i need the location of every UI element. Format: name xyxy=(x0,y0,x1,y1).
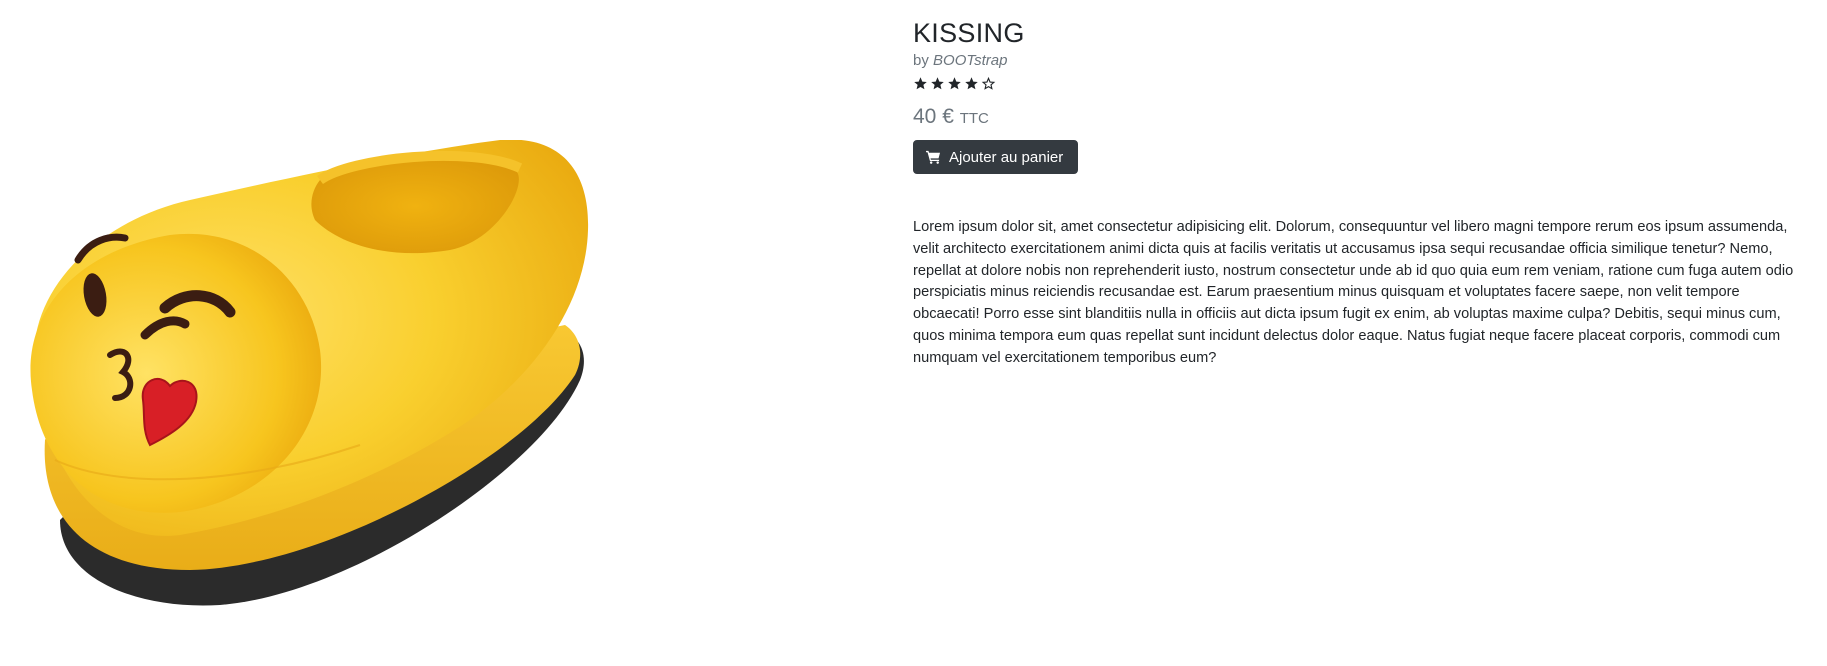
kissing-emoji-slipper-image xyxy=(30,139,589,606)
product-image xyxy=(20,139,700,660)
star-filled-icon xyxy=(914,76,927,89)
price-suffix: TTC xyxy=(959,110,989,127)
star-filled-icon xyxy=(931,76,944,89)
byline-prefix: by xyxy=(913,52,929,69)
shopping-cart-icon xyxy=(926,150,941,164)
star-filled-icon xyxy=(948,76,961,89)
product-details: KISSING by BOOTstrap 40 € TTC Ajouter au… xyxy=(913,16,1808,384)
product-title: KISSING xyxy=(913,18,1025,48)
add-to-cart-button[interactable]: Ajouter au panier xyxy=(913,140,1079,174)
product-byline: by BOOTstrap xyxy=(913,51,1808,71)
rating-stars xyxy=(913,74,1808,92)
product-price: 40 € TTC xyxy=(913,104,1808,132)
brand-name: BOOTstrap xyxy=(933,52,1008,69)
star-empty-icon xyxy=(981,76,996,90)
product-page: KISSING by BOOTstrap 40 € TTC Ajouter au… xyxy=(0,0,1827,666)
product-description: Lorem ipsum dolor sit, amet consectetur … xyxy=(913,219,1794,366)
add-to-cart-label: Ajouter au panier xyxy=(949,148,1064,166)
star-filled-icon xyxy=(965,76,978,89)
price-value: 40 € xyxy=(913,105,954,128)
